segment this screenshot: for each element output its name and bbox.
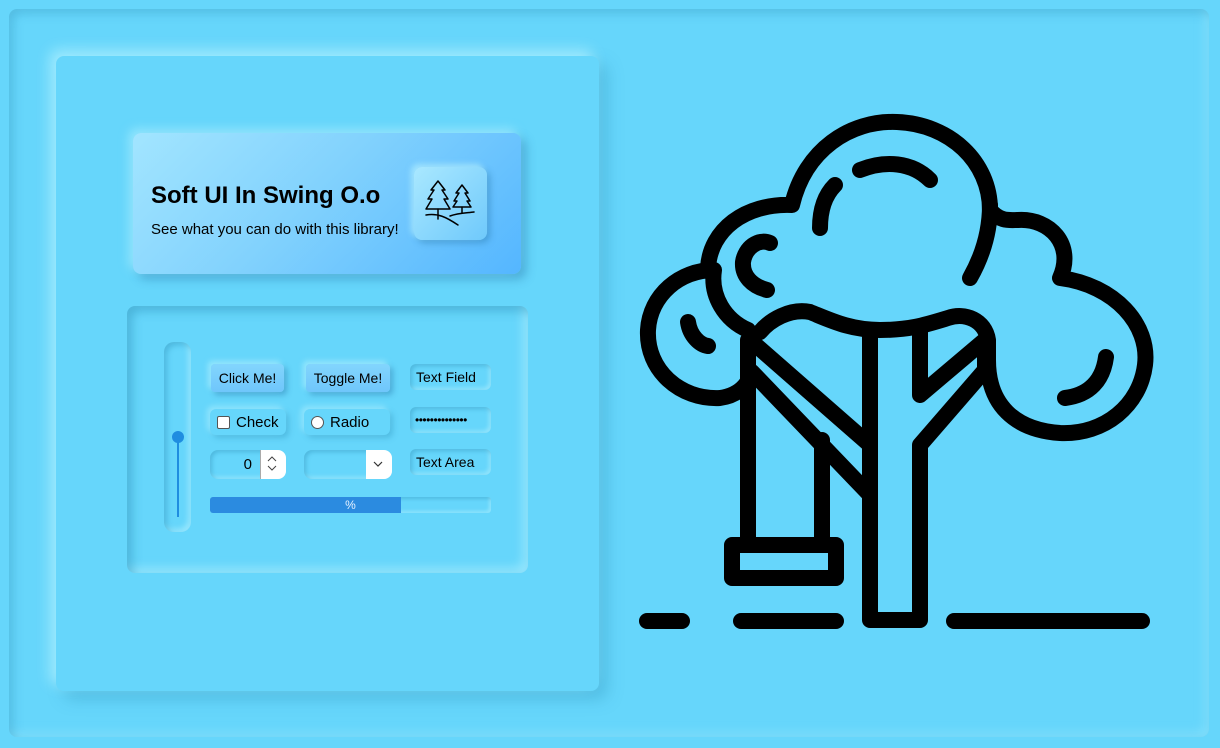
slider-thumb[interactable]: [172, 431, 184, 443]
trees-icon: [425, 180, 475, 226]
hero-card: Soft UI In Swing O.o See what you can do…: [133, 133, 521, 274]
chevron-down-icon: [373, 461, 383, 467]
spinner-up-icon: [267, 456, 277, 462]
combo-box[interactable]: [304, 450, 392, 479]
text-area[interactable]: Text Area: [410, 449, 491, 475]
slider-fill: [177, 437, 179, 517]
progress-text: %: [345, 498, 356, 512]
toggle-me-button[interactable]: Toggle Me!: [306, 364, 390, 392]
hero-subtitle: See what you can do with this library!: [151, 221, 399, 238]
click-me-button[interactable]: Click Me!: [211, 364, 284, 392]
radio-button[interactable]: Radio: [304, 409, 390, 435]
radio-circle[interactable]: [311, 415, 324, 429]
check-box[interactable]: Check: [210, 409, 286, 435]
checkbox-label: Check: [236, 413, 279, 431]
hero-icon-tile: [414, 167, 487, 240]
password-field[interactable]: ••••••••••••••: [410, 407, 491, 433]
progress-bar: %: [210, 497, 491, 513]
combo-arrow-button[interactable]: [366, 450, 392, 479]
radio-label: Radio: [330, 413, 370, 431]
text-field[interactable]: Text Field: [410, 364, 491, 390]
tree-swing-icon: [639, 113, 1154, 629]
number-spinner[interactable]: 0: [210, 450, 286, 479]
hero-title: Soft UI In Swing O.o: [151, 182, 381, 209]
spinner-value: 0: [243, 456, 252, 473]
checkbox-square[interactable]: [217, 415, 230, 429]
spinner-buttons[interactable]: [260, 450, 286, 479]
spinner-down-icon: [267, 465, 277, 471]
